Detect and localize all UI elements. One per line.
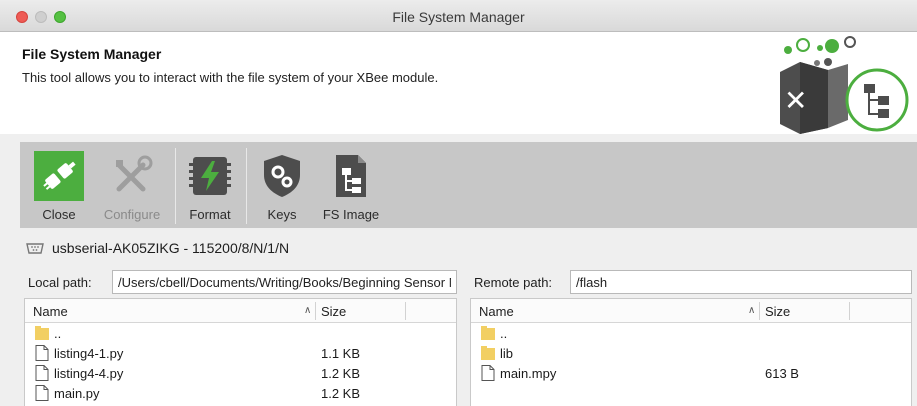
file-name: main.mpy xyxy=(500,366,557,381)
file-name: lib xyxy=(500,346,514,361)
file-icon xyxy=(35,365,49,381)
remote-file-rows: .. lib main.mpy 613 B xyxy=(471,323,911,383)
local-size-column-header[interactable]: Size xyxy=(321,304,346,319)
keys-button[interactable]: Keys xyxy=(252,142,312,228)
file-icon xyxy=(481,365,495,381)
configure-button-label: Configure xyxy=(103,207,161,222)
folder-row[interactable]: .. xyxy=(25,323,456,343)
svg-text:✕: ✕ xyxy=(784,84,807,117)
local-file-list-header: Name ∧ Size xyxy=(25,299,456,323)
file-name: listing4-4.py xyxy=(54,366,124,381)
file-system-manager-logo-icon: ✕ xyxy=(780,36,909,134)
format-chip-icon xyxy=(189,157,231,195)
format-button-label: Format xyxy=(189,207,231,222)
toolbar: Close Configure Format Keys FS Image xyxy=(20,142,917,228)
folder-icon xyxy=(481,345,495,361)
sort-ascending-icon[interactable]: ∧ xyxy=(304,305,311,316)
local-file-list[interactable]: Name ∧ Size .. listing4-1.py 1.1 KB listing… xyxy=(24,298,457,406)
header-description: This tool allows you to interact with th… xyxy=(22,70,439,85)
local-name-column-header[interactable]: Name xyxy=(33,304,68,319)
file-name: .. xyxy=(500,326,508,341)
file-name: listing4-1.py xyxy=(54,346,124,361)
column-divider[interactable] xyxy=(405,302,406,320)
file-row[interactable]: main.py 1.2 KB xyxy=(25,383,456,403)
content-area: Close Configure Format Keys FS Image usb… xyxy=(0,134,917,406)
connection-text: usbserial-AK05ZIKG - 115200/8/N/1/N xyxy=(52,240,290,256)
dialog-header: File System Manager This tool allows you… xyxy=(0,32,917,134)
file-row[interactable]: listing4-1.py 1.1 KB xyxy=(25,343,456,363)
local-file-rows: .. listing4-1.py 1.1 KB listing4-4.py 1.2 KB… xyxy=(25,323,456,403)
remote-path-label: Remote path: xyxy=(474,275,553,290)
fs-image-button[interactable]: FS Image xyxy=(314,142,388,228)
remote-file-list[interactable]: Name ∧ Size .. lib main.mpy 613 B xyxy=(470,298,912,406)
file-name: .. xyxy=(54,326,62,341)
close-button-label: Close xyxy=(42,207,76,222)
remote-name-column-header[interactable]: Name xyxy=(479,304,514,319)
file-icon xyxy=(35,385,49,401)
column-divider[interactable] xyxy=(849,302,850,320)
remote-file-list-header: Name ∧ Size xyxy=(471,299,911,323)
fs-image-icon xyxy=(336,155,366,197)
remote-size-column-header[interactable]: Size xyxy=(765,304,790,319)
file-name: main.py xyxy=(54,386,100,401)
column-divider[interactable] xyxy=(759,302,760,320)
shield-gear-icon xyxy=(264,155,300,197)
configure-button[interactable]: Configure xyxy=(96,142,168,228)
folder-icon xyxy=(35,325,49,341)
window-title: File System Manager xyxy=(392,9,525,25)
toolbar-separator xyxy=(246,148,247,224)
file-size: 1.1 KB xyxy=(321,346,361,361)
keys-button-label: Keys xyxy=(267,207,297,222)
file-row[interactable]: main.mpy 613 B xyxy=(471,363,911,383)
close-button[interactable]: Close xyxy=(26,142,92,228)
folder-row[interactable]: lib xyxy=(471,343,911,363)
remote-path-input[interactable] xyxy=(570,270,912,294)
sort-ascending-icon[interactable]: ∧ xyxy=(748,305,755,316)
column-divider[interactable] xyxy=(315,302,316,320)
file-row[interactable]: listing4-4.py 1.2 KB xyxy=(25,363,456,383)
file-size: 1.2 KB xyxy=(321,366,361,381)
file-icon xyxy=(35,345,49,361)
fs-image-button-label: FS Image xyxy=(322,207,380,222)
local-path-label: Local path: xyxy=(28,275,92,290)
format-button[interactable]: Format xyxy=(180,142,240,228)
local-path-input[interactable] xyxy=(112,270,457,294)
folder-icon xyxy=(481,325,495,341)
toolbar-separator xyxy=(175,148,176,224)
file-size: 1.2 KB xyxy=(321,386,361,401)
window-titlebar: File System Manager xyxy=(0,0,917,32)
folder-row[interactable]: .. xyxy=(471,323,911,343)
header-title: File System Manager xyxy=(22,46,162,62)
serial-port-icon xyxy=(26,243,44,254)
file-size: 613 B xyxy=(765,366,799,381)
wrench-screwdriver-icon xyxy=(116,155,153,192)
connect-plug-icon xyxy=(34,151,84,201)
